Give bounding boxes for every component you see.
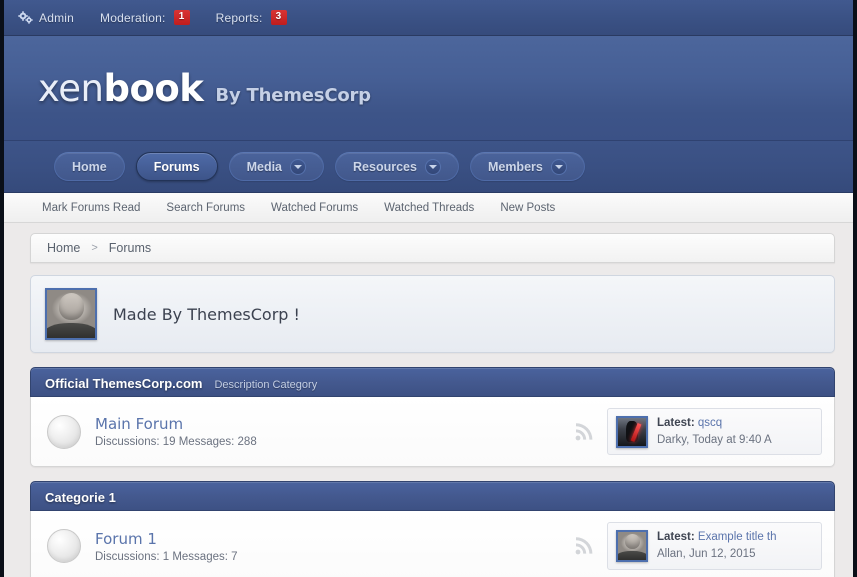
gears-icon (18, 11, 33, 24)
avatar[interactable] (45, 288, 97, 340)
nav-tab-label: Home (72, 159, 107, 174)
forum-info: Forum 1 Discussions: 1 Messages: 7 (95, 530, 573, 563)
admin-bar: Admin Moderation: 1 Reports: 3 (4, 0, 853, 36)
rss-icon[interactable] (573, 535, 595, 557)
dark-warrior-avatar (618, 417, 646, 446)
category-header[interactable]: Categorie 1 (30, 481, 835, 512)
logo-text-secondary: book (103, 66, 204, 110)
forum-stats: Discussions: 1 Messages: 7 (95, 550, 238, 563)
nav-tab-label: Resources (353, 159, 417, 174)
last-post-thread-link[interactable]: qscq (698, 417, 722, 429)
nav-tab-label: Forums (153, 159, 200, 174)
last-post-label: Latest: (657, 417, 695, 429)
chevron-down-icon[interactable] (424, 158, 441, 175)
rss-icon[interactable] (573, 421, 595, 443)
reports-badge: 3 (270, 10, 287, 25)
nav-tab-home[interactable]: Home (54, 152, 125, 181)
breadcrumb: Home > Forums (30, 233, 835, 263)
subnav-mark-forums-read[interactable]: Mark Forums Read (42, 202, 140, 214)
page-root: Admin Moderation: 1 Reports: 3 xenbook B… (0, 0, 857, 577)
nav-tab-resources[interactable]: Resources (335, 152, 459, 181)
reports-label: Reports: (215, 10, 263, 25)
category-block: Official ThemesCorp.com Description Cate… (30, 367, 835, 468)
subnav-watched-forums[interactable]: Watched Forums (271, 202, 358, 214)
category-block: Categorie 1 Forum 1 Discussions: 1 Messa… (30, 481, 835, 577)
forum-status-icon[interactable] (47, 529, 81, 564)
last-post-meta[interactable]: Allan, Jun 12, 2015 (657, 546, 777, 563)
forum-title-link[interactable]: Forum 1 (95, 530, 157, 548)
forum-info: Main Forum Discussions: 19 Messages: 288 (95, 415, 573, 448)
avatar[interactable] (616, 415, 648, 448)
notice-text: Made By ThemesCorp ! (113, 304, 300, 324)
subnav-watched-threads[interactable]: Watched Threads (384, 202, 474, 214)
category-description: Description Category (214, 379, 318, 391)
chevron-down-icon[interactable] (550, 158, 567, 175)
main-content: Home > Forums Made By ThemesCorp ! Offic… (4, 223, 853, 577)
nav-tab-members[interactable]: Members (469, 152, 585, 181)
subnav-new-posts[interactable]: New Posts (500, 202, 555, 214)
reports-link[interactable]: Reports: 3 (216, 10, 287, 25)
nav-tab-label: Media (246, 159, 283, 174)
forum-row: Forum 1 Discussions: 1 Messages: 7 Lates… (30, 511, 835, 577)
nav-tab-forums[interactable]: Forums (135, 152, 218, 181)
logo-tagline: By ThemesCorp (215, 84, 371, 106)
moderation-label: Moderation: (100, 10, 166, 25)
category-title: Categorie 1 (45, 490, 116, 506)
last-post-label: Latest: (657, 531, 695, 544)
user-photo-avatar (47, 290, 95, 338)
subnav-search-forums[interactable]: Search Forums (166, 202, 245, 214)
last-post-thread-link[interactable]: Example title th (698, 531, 777, 543)
breadcrumb-separator: > (91, 242, 98, 254)
site-logo[interactable]: xenbook By ThemesCorp (38, 70, 371, 107)
chevron-down-icon[interactable] (290, 158, 307, 175)
last-post-meta[interactable]: Darky, Today at 9:40 A (657, 432, 772, 449)
moderation-link[interactable]: Moderation: 1 (100, 10, 190, 25)
forum-stats: Discussions: 19 Messages: 288 (95, 436, 257, 449)
nav-tab-label: Members (487, 159, 543, 174)
notice-block: Made By ThemesCorp ! (30, 275, 835, 353)
site-header: xenbook By ThemesCorp (4, 36, 853, 141)
breadcrumb-item-home[interactable]: Home (47, 241, 80, 255)
breadcrumb-item-forums[interactable]: Forums (109, 241, 151, 255)
moderation-badge: 1 (173, 10, 190, 25)
secondary-nav: Mark Forums Read Search Forums Watched F… (4, 193, 853, 223)
last-post-text: Latest: qscq Darky, Today at 9:40 A (657, 415, 772, 448)
admin-label: Admin (39, 10, 75, 25)
logo-text-primary: xen (38, 66, 104, 110)
admin-link[interactable]: Admin (18, 11, 74, 25)
last-post-block: Latest: Example title th Allan, Jun 12, … (607, 522, 822, 570)
forum-title-link[interactable]: Main Forum (95, 415, 183, 433)
user-photo-avatar (618, 532, 646, 561)
forum-row: Main Forum Discussions: 19 Messages: 288 (30, 397, 835, 468)
forum-status-icon[interactable] (47, 414, 81, 449)
primary-nav: Home Forums Media Resources Members (4, 141, 853, 193)
category-title: Official ThemesCorp.com (45, 376, 203, 391)
last-post-text: Latest: Example title th Allan, Jun 12, … (657, 529, 777, 562)
category-header[interactable]: Official ThemesCorp.com Description Cate… (30, 367, 835, 397)
last-post-block: Latest: qscq Darky, Today at 9:40 A (607, 408, 822, 456)
nav-tab-media[interactable]: Media (228, 152, 325, 181)
avatar[interactable] (616, 530, 648, 563)
